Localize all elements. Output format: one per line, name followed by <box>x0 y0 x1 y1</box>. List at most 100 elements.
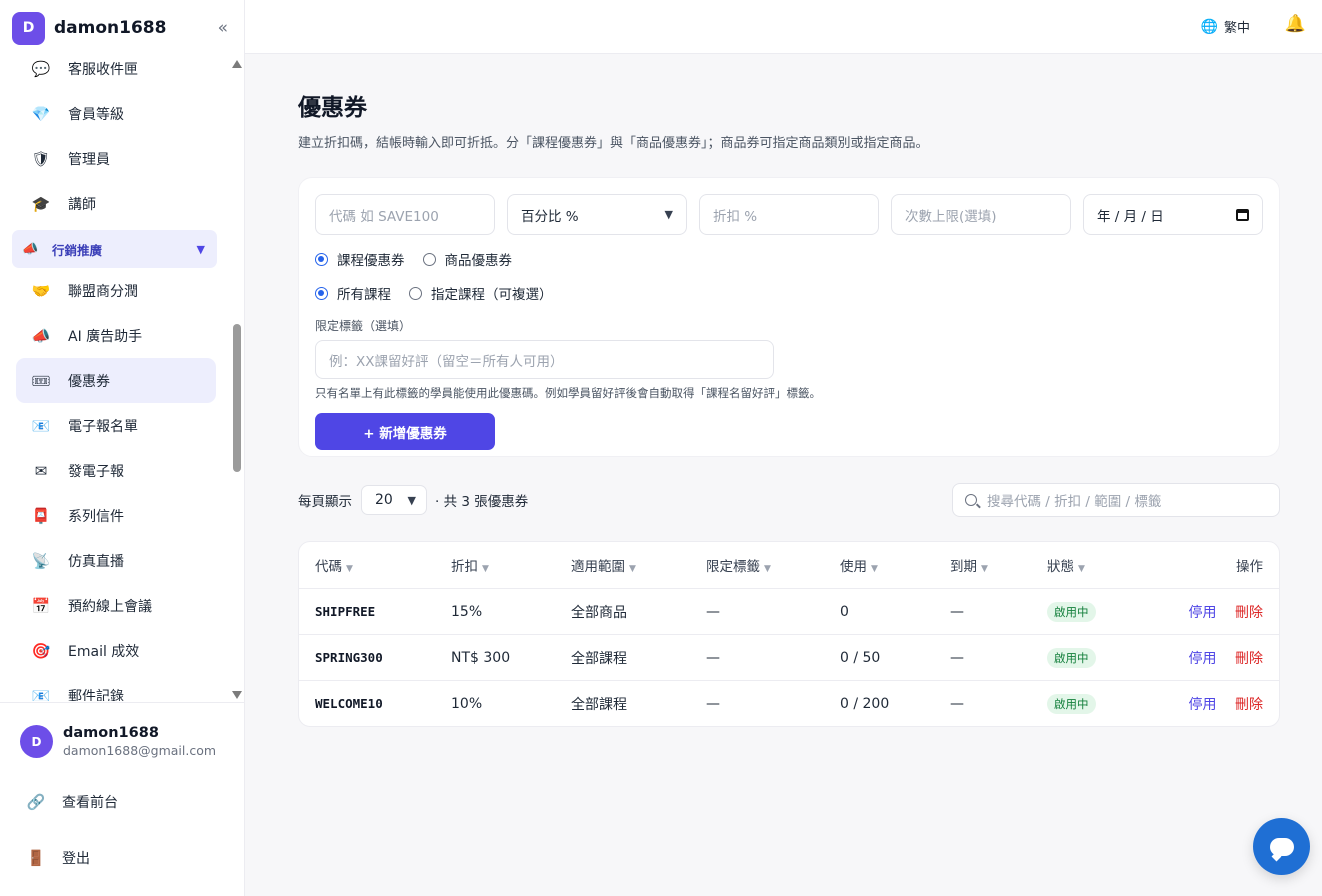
door-icon: 🚪 <box>26 849 46 867</box>
satellite-icon: 📡 <box>31 551 51 570</box>
expiry-date-input[interactable]: 年 / 月 / 日 <box>1083 194 1263 235</box>
sidebar-item-label: 電子報名單 <box>68 418 138 435</box>
sidebar-item-send-newsletter[interactable]: ✉ 發電子報 <box>16 448 216 493</box>
avatar: D <box>20 725 53 758</box>
megaphone-icon: 📣 <box>22 241 39 257</box>
sidebar-item-newsletter-list[interactable]: 📧 電子報名單 <box>16 403 216 448</box>
sidebar-item-label: 管理員 <box>68 151 110 168</box>
sidebar-item-admins[interactable]: 🛡 管理員 <box>16 136 216 181</box>
cell-code: SHIPFREE <box>315 604 376 619</box>
language-label: 繁中 <box>1223 21 1250 36</box>
sidebar-item-ai-ads[interactable]: 📣 AI 廣告助手 <box>16 313 216 358</box>
discount-type-select[interactable]: 百分比 % ▼ <box>507 194 687 235</box>
topbar: 🌐 繁中 🔔 <box>245 0 1322 54</box>
mail-list-icon: 📧 <box>31 686 51 702</box>
sidebar-item-affiliate[interactable]: 🤝 聯盟商分潤 <box>16 268 216 313</box>
radio-label: 商品優惠券 <box>444 253 513 269</box>
status-badge: 啟用中 <box>1047 601 1096 622</box>
column-header-code[interactable]: 代碼 ▼ <box>299 555 435 575</box>
column-header-usage[interactable]: 使用 ▼ <box>824 555 934 575</box>
delete-button[interactable]: 刪除 <box>1235 697 1263 713</box>
column-header-scope[interactable]: 適用範圍 ▼ <box>555 555 690 575</box>
add-coupon-button[interactable]: + 新增優惠券 <box>315 413 495 450</box>
cell-actions: 停用 刪除 <box>1141 648 1279 668</box>
search-input[interactable]: 搜尋代碼 / 折扣 / 範圍 / 標籤 <box>952 483 1280 517</box>
sidebar-item-simulated-live[interactable]: 📡 仿真直播 <box>16 538 216 583</box>
sidebar-item-label: 會員等級 <box>68 106 124 123</box>
delete-button[interactable]: 刪除 <box>1235 605 1263 621</box>
calendar-icon[interactable] <box>1236 208 1249 221</box>
sidebar-item-membership[interactable]: 💎 會員等級 <box>16 91 216 136</box>
collapse-sidebar-icon[interactable]: « <box>214 18 232 38</box>
list-toolbar: 每頁顯示 20 ▼ · 共 3 張優惠券 搜尋代碼 / 折扣 / 範圍 / 標籤 <box>298 483 1280 517</box>
sidebar-item-label: 優惠券 <box>68 373 110 390</box>
discount-input[interactable]: 折扣 % <box>699 194 879 235</box>
search-placeholder: 搜尋代碼 / 折扣 / 範圍 / 標籤 <box>987 494 1162 510</box>
column-label: 折扣 <box>451 559 478 575</box>
bell-icon[interactable]: 🔔 <box>1285 14 1306 34</box>
chat-bubble-icon: 💬 <box>31 59 51 78</box>
usage-limit-input[interactable]: 次數上限(選填) <box>891 194 1071 235</box>
delete-button[interactable]: 刪除 <box>1235 651 1263 667</box>
radio-all-courses[interactable]: 所有課程 <box>315 283 391 303</box>
sidebar-item-label: AI 廣告助手 <box>68 328 143 345</box>
language-switcher[interactable]: 🌐 繁中 <box>1200 17 1250 37</box>
cell-code: WELCOME10 <box>315 696 383 711</box>
column-header-actions: 操作 <box>1236 559 1263 575</box>
cell-scope: 全部課程 <box>571 696 627 713</box>
sidebar-item-sequence-mail[interactable]: 📮 系列信件 <box>16 493 216 538</box>
tag-hint: 只有名單上有此標籤的學員能使用此優惠碼。例如學員留好評後會自動取得「課程名留好評… <box>315 386 821 400</box>
sidebar-item-email-performance[interactable]: 🎯 Email 成效 <box>16 628 216 673</box>
column-header-status[interactable]: 狀態 ▼ <box>1031 555 1141 575</box>
sidebar-group-marketing[interactable]: 📣 行銷推廣 ▼ <box>12 230 217 268</box>
logout-link[interactable]: 🚪 登出 <box>0 830 245 886</box>
code-input[interactable]: 代碼 如 SAVE100 <box>315 194 495 235</box>
scrollbar-thumb[interactable] <box>233 324 241 472</box>
sidebar-item-inbox[interactable]: 💬 客服收件匣 <box>16 46 216 91</box>
radio-specific-courses[interactable]: 指定課程（可複選） <box>409 283 553 303</box>
view-frontend-link[interactable]: 🔗 查看前台 <box>0 774 245 830</box>
cell-tag: — <box>706 695 720 712</box>
disable-button[interactable]: 停用 <box>1189 697 1217 713</box>
cell-status: 啟用中 <box>1031 647 1141 668</box>
sidebar-item-label: 發電子報 <box>68 463 124 480</box>
chat-button[interactable] <box>1253 818 1310 875</box>
mail-list-icon: 📧 <box>31 416 51 435</box>
column-header-tag[interactable]: 限定標籤 ▼ <box>690 555 824 575</box>
radio-product-coupon[interactable]: 商品優惠券 <box>422 249 513 269</box>
table-row: SHIPFREE 15% 全部商品 — 0 — 啟用中 停用 刪除 <box>299 588 1279 634</box>
sort-icon: ▼ <box>764 564 771 574</box>
target-icon: 🎯 <box>31 641 51 660</box>
radio-course-coupon[interactable]: 課程優惠券 <box>315 249 405 269</box>
cell-usage: 0 / 50 <box>840 649 881 666</box>
sidebar-item-mail-logs[interactable]: 📧 郵件記錄 <box>16 673 216 702</box>
user-email: damon1688@gmail.com <box>63 743 217 758</box>
per-page-select[interactable]: 20 ▼ <box>361 485 427 515</box>
tag-input[interactable]: 例：XX課留好評（留空＝所有人可用） <box>315 340 774 379</box>
column-header-expiry[interactable]: 到期 ▼ <box>934 555 1031 575</box>
form-field-row: 代碼 如 SAVE100 百分比 % ▼ 折扣 % 次數上限(選填) 年 / 月… <box>315 194 1263 235</box>
column-label: 狀態 <box>1047 559 1074 575</box>
cell-discount: NT$ 300 <box>451 649 511 666</box>
user-profile[interactable]: D damon1688 damon1688@gmail.com <box>0 703 245 758</box>
scroll-up-arrow-icon[interactable] <box>232 60 242 68</box>
sort-icon: ▼ <box>871 564 878 574</box>
sort-icon: ▼ <box>981 564 988 574</box>
sidebar-item-booking[interactable]: 📅 預約線上會議 <box>16 583 216 628</box>
sidebar-scrollbar[interactable] <box>231 58 243 701</box>
graduation-cap-icon: 🎓 <box>31 194 51 213</box>
main-content: 優惠券 建立折扣碼，結帳時輸入即可折抵。分「課程優惠券」與「商品優惠券」；商品券… <box>298 54 1280 727</box>
sidebar: D damon1688 « 💬 客服收件匣 💎 會員等級 🛡 管理員 🎓 講師 … <box>0 0 245 896</box>
brand-avatar[interactable]: D <box>12 11 45 45</box>
cell-actions: 停用 刪除 <box>1141 694 1279 714</box>
scroll-down-arrow-icon[interactable] <box>232 691 242 699</box>
column-header-discount[interactable]: 折扣 ▼ <box>435 555 555 575</box>
sidebar-item-coupons[interactable]: 🎟 優惠券 <box>16 358 216 403</box>
disable-button[interactable]: 停用 <box>1189 651 1217 667</box>
globe-icon: 🌐 <box>1200 18 1218 35</box>
sidebar-item-instructors[interactable]: 🎓 講師 <box>16 181 216 226</box>
link-icon: 🔗 <box>26 793 46 811</box>
sidebar-item-label: 系列信件 <box>68 508 124 525</box>
disable-button[interactable]: 停用 <box>1189 605 1217 621</box>
coupon-form-card: 代碼 如 SAVE100 百分比 % ▼ 折扣 % 次數上限(選填) 年 / 月… <box>298 177 1280 457</box>
